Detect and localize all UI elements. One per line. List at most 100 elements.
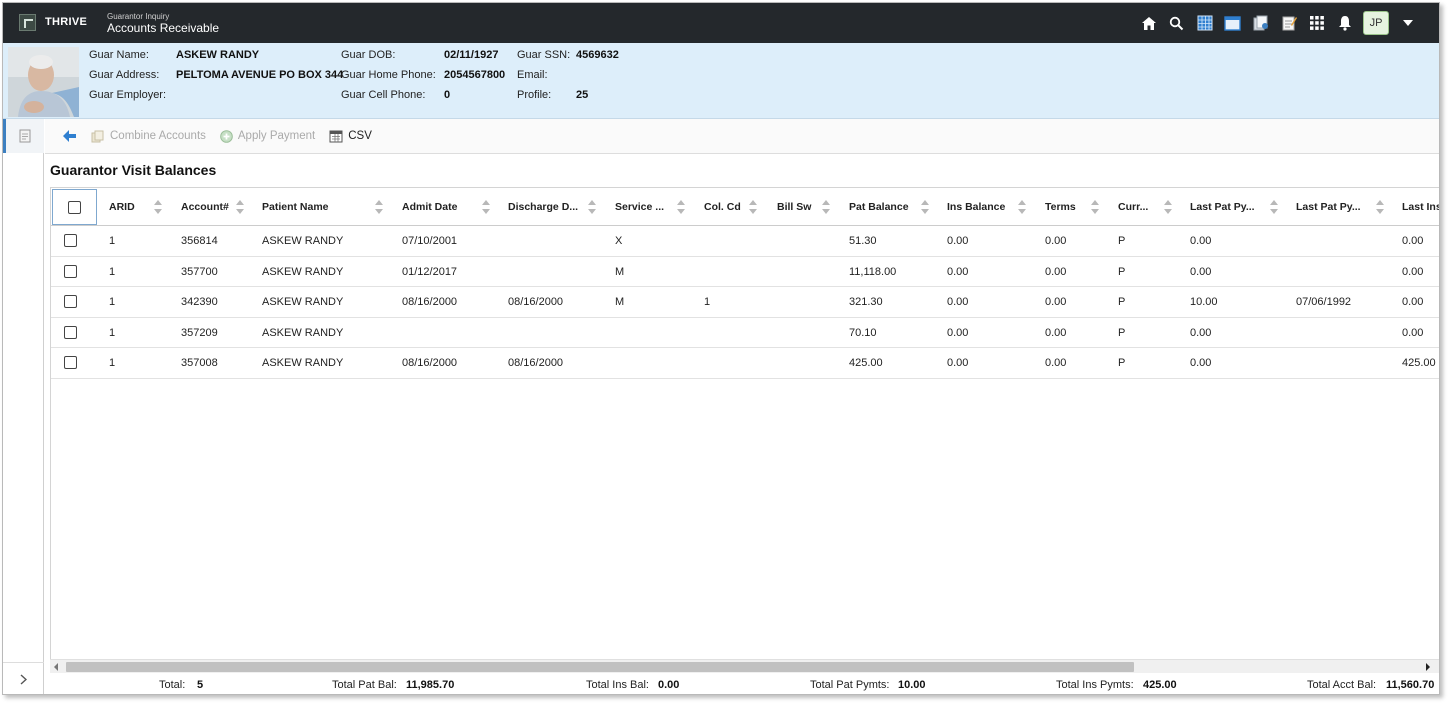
table-cell: 357209 [181, 326, 218, 339]
bell-icon[interactable] [1335, 14, 1354, 33]
sort-arrows-icon[interactable] [822, 200, 830, 214]
rail-item-visit-balances[interactable] [3, 119, 44, 153]
table-cell: 1 [109, 296, 116, 308]
top-bar: THRIVE Guarantor Inquiry Accounts Receiv… [3, 3, 1439, 43]
sort-arrows-icon[interactable] [1018, 200, 1026, 214]
sort-arrows-icon[interactable] [482, 200, 490, 214]
sort-arrows-icon[interactable] [375, 200, 383, 214]
thrive-logo-icon[interactable] [19, 14, 36, 31]
user-menu-chevron-down-icon[interactable] [1398, 14, 1417, 33]
sort-arrows-icon[interactable] [1164, 200, 1172, 214]
sort-arrows-icon[interactable] [154, 200, 162, 214]
guar-ssn-label: Guar SSN: [517, 49, 571, 61]
apps-grid-icon[interactable] [1307, 14, 1326, 33]
left-rail [3, 119, 44, 694]
table-cell: X [615, 235, 623, 247]
total-ins-pymts-value: 425.00 [1143, 679, 1177, 691]
table-cell: 1 [109, 326, 116, 339]
table-cell: 07/06/1992 [1296, 296, 1352, 308]
horizontal-scrollbar[interactable] [50, 659, 1439, 673]
column-header[interactable]: Ins Balance [947, 188, 1005, 226]
table-cell: 0.00 [1190, 235, 1212, 247]
sort-arrows-icon[interactable] [921, 200, 929, 214]
scroll-right-arrow-icon[interactable] [1426, 663, 1430, 671]
table-row[interactable]: 1 356814 ASKEW RANDY 07/10/2001 X 51.30 0.00 0.… [51, 226, 1439, 257]
total-pat-pymts-value: 10.00 [898, 679, 926, 691]
total-ins-bal-value: 0.00 [658, 679, 680, 691]
guar-profile-value: 25 [576, 89, 589, 101]
total-acct-bal-label: Total Acct Bal: [1307, 679, 1377, 691]
search-icon[interactable] [1167, 14, 1186, 33]
table-cell: ASKEW RANDY [262, 357, 344, 369]
column-header[interactable]: Curr... [1118, 188, 1148, 226]
table-cell: 0.00 [1190, 357, 1212, 369]
sort-arrows-icon[interactable] [1091, 200, 1099, 214]
table-cell: 0.00 [947, 296, 969, 308]
back-arrow-icon [63, 130, 76, 142]
guar-dob-label: Guar DOB: [341, 49, 396, 61]
table-cell: 51.30 [849, 235, 877, 247]
table-cell: 321.30 [849, 296, 883, 308]
app-window: THRIVE Guarantor Inquiry Accounts Receiv… [2, 2, 1440, 695]
table-cell: 08/16/2000 [402, 357, 458, 369]
column-header[interactable]: Col. Cd [704, 188, 741, 226]
column-header[interactable]: Last Ins [1402, 188, 1439, 226]
toolbar: Combine Accounts Apply Payment CSV [45, 119, 1439, 154]
column-header[interactable]: Service ... [615, 188, 664, 226]
table-cell: 70.10 [849, 326, 877, 339]
select-all-checkbox[interactable] [68, 200, 81, 214]
grid-header-row: ARID Account# Patient Name Admit Date Discha… [51, 188, 1439, 226]
guar-address-value: PELTOMA AVENUE PO BOX 344 [176, 69, 344, 81]
table-row[interactable]: 1 342390 ASKEW RANDY 08/16/2000 08/16/2000 M 1… [51, 287, 1439, 318]
column-header[interactable]: Admit Date [402, 188, 457, 226]
column-header[interactable]: Last Pat Py... [1296, 188, 1361, 226]
table-row[interactable]: 1 357700 ASKEW RANDY 01/12/2017 M 11,118.00 0.… [51, 257, 1439, 287]
combine-accounts-icon [91, 130, 104, 142]
row-checkbox[interactable] [64, 295, 77, 308]
scrollbar-thumb[interactable] [66, 662, 1134, 672]
table-row[interactable]: 1 357008 ASKEW RANDY 08/16/2000 08/16/2000 42… [51, 348, 1439, 379]
back-button[interactable] [63, 130, 77, 142]
sort-arrows-icon[interactable] [588, 200, 596, 214]
guar-cell-phone-label: Guar Cell Phone: [341, 89, 426, 101]
apply-payment-button[interactable]: Apply Payment [220, 129, 315, 143]
calendar-grid-icon[interactable] [1195, 14, 1214, 33]
row-checkbox[interactable] [64, 234, 77, 247]
column-header[interactable]: Discharge D... [508, 188, 578, 226]
table-cell: 10.00 [1190, 296, 1218, 308]
row-checkbox[interactable] [64, 356, 77, 369]
home-icon[interactable] [1139, 14, 1158, 33]
sort-arrows-icon[interactable] [749, 200, 757, 214]
column-header[interactable]: ARID [109, 188, 135, 226]
combine-accounts-button[interactable]: Combine Accounts [91, 130, 206, 143]
sort-arrows-icon[interactable] [236, 200, 244, 214]
table-cell: P [1118, 235, 1126, 247]
guar-cell-phone-value: 0 [444, 89, 451, 101]
column-header[interactable]: Bill Sw [777, 188, 811, 226]
sort-arrows-icon[interactable] [1376, 200, 1384, 214]
scroll-left-arrow-icon[interactable] [54, 663, 58, 671]
csv-export-button[interactable]: CSV [329, 130, 372, 143]
notes-icon[interactable] [1279, 14, 1298, 33]
table-cell: 0.00 [1045, 235, 1067, 247]
table-cell: 0.00 [1045, 296, 1067, 308]
documents-icon[interactable] [1251, 14, 1270, 33]
column-header[interactable]: Terms [1045, 188, 1076, 226]
row-checkbox[interactable] [64, 264, 77, 278]
expand-rail-chevron-right-icon[interactable] [3, 662, 44, 694]
column-header[interactable]: Pat Balance [849, 188, 909, 226]
window-icon[interactable] [1223, 14, 1242, 33]
table-cell: 425.00 [849, 357, 883, 369]
guar-employer-label: Guar Employer: [89, 89, 167, 101]
column-header[interactable]: Last Pat Py... [1190, 188, 1255, 226]
sort-arrows-icon[interactable] [677, 200, 685, 214]
column-header[interactable]: Account# [181, 188, 229, 226]
user-avatar[interactable]: JP [1363, 11, 1389, 35]
row-checkbox[interactable] [64, 325, 77, 339]
table-row[interactable]: 1 357209 ASKEW RANDY 70.10 0.00 0.00 P 0.00 0.00 [51, 318, 1439, 348]
table-cell: 357008 [181, 357, 218, 369]
table-cell: 0.00 [947, 326, 969, 339]
column-header[interactable]: Patient Name [262, 188, 329, 226]
table-cell: 0.00 [1402, 265, 1424, 278]
sort-arrows-icon[interactable] [1270, 200, 1278, 214]
